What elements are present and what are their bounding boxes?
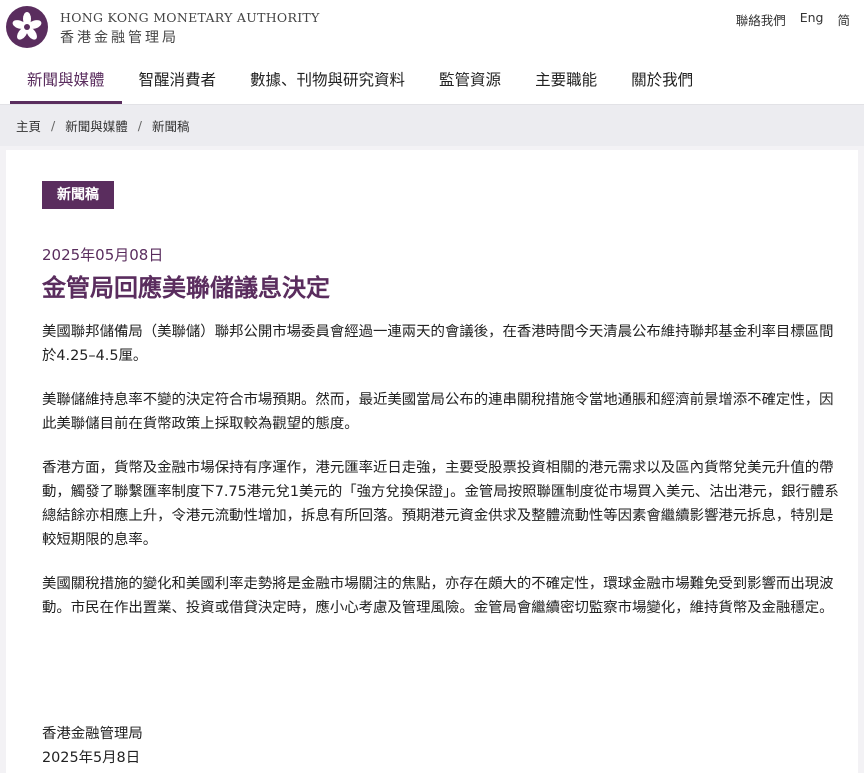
breadcrumb: 主頁 / 新聞與媒體 / 新聞稿 [0, 104, 864, 146]
nav-item-smart-consumers[interactable]: 智醒消費者 [122, 60, 234, 104]
brand-name-english: HONG KONG MONETARY AUTHORITY [60, 10, 320, 25]
breadcrumb-separator: / [137, 118, 142, 133]
breadcrumb-separator: / [51, 118, 56, 133]
english-language-link[interactable]: Eng [800, 10, 824, 29]
article-card: 新聞稿 2025年05月08日 金管局回應美聯儲議息決定 美國聯邦儲備局（美聯儲… [6, 150, 858, 773]
article-signoff: 香港金融管理局 2025年5月8日 [42, 722, 143, 770]
simplified-chinese-link[interactable]: 简 [837, 10, 850, 29]
article-title: 金管局回應美聯儲議息決定 [42, 274, 330, 302]
contact-us-link[interactable]: 聯絡我們 [736, 10, 786, 29]
article-paragraph: 美聯儲維持息率不變的決定符合市場預期。然而，最近美國當局公布的連串關稅措施令當地… [42, 392, 834, 432]
article-paragraph: 美國關稅措施的變化和美國利率走勢將是金融市場關注的焦點，亦存在頗大的不確定性，環… [42, 576, 834, 616]
brand-name-chinese: 香港金融管理局 [60, 30, 179, 46]
article-date: 2025年05月08日 [42, 246, 164, 264]
site-header: HONG KONG MONETARY AUTHORITY 香港金融管理局 聯絡我… [0, 0, 864, 104]
article-body: 美國聯邦儲備局（美聯儲）聯邦公開市場委員會經過一連兩天的會議後，在香港時間今天清… [42, 320, 842, 640]
utility-links: 聯絡我們 Eng 简 [736, 10, 850, 29]
breadcrumb-press-releases[interactable]: 新聞稿 [152, 116, 190, 135]
main-nav: 新聞與媒體 智醒消費者 數據、刊物與研究資料 監管資源 主要職能 關於我們 [10, 60, 710, 104]
nav-item-regulatory-resources[interactable]: 監管資源 [422, 60, 518, 104]
article-paragraph: 美國聯邦儲備局（美聯儲）聯邦公開市場委員會經過一連兩天的會議後，在香港時間今天清… [42, 324, 834, 364]
nav-item-about-us[interactable]: 關於我們 [614, 60, 710, 104]
breadcrumb-news-media[interactable]: 新聞與媒體 [65, 116, 128, 135]
press-release-badge: 新聞稿 [42, 181, 114, 209]
signoff-organization: 香港金融管理局 [42, 726, 143, 742]
nav-item-data-publications-research[interactable]: 數據、刊物與研究資料 [233, 60, 422, 104]
breadcrumb-home[interactable]: 主頁 [16, 116, 41, 135]
nav-item-news-media[interactable]: 新聞與媒體 [10, 60, 122, 104]
article-paragraph: 香港方面，貨幣及金融市場保持有序運作，港元匯率近日走強，主要受股票投資相關的港元… [42, 460, 839, 548]
hkma-logo-icon[interactable] [6, 6, 48, 48]
signoff-date: 2025年5月8日 [42, 750, 141, 766]
nav-item-key-functions[interactable]: 主要職能 [518, 60, 614, 104]
